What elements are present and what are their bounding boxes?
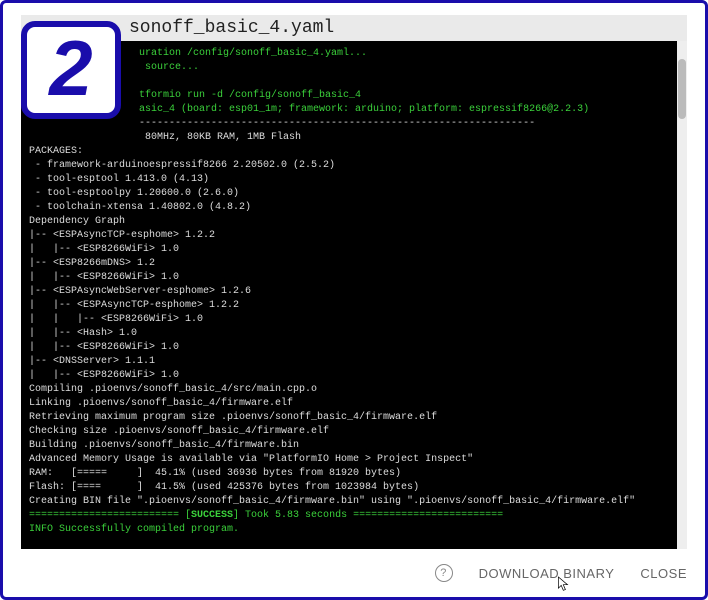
terminal-output: uration /config/sonoff_basic_4.yaml... s… bbox=[21, 41, 677, 549]
terminal-line: Dependency Graph bbox=[29, 215, 669, 229]
terminal-line: Retrieving maximum program size .pioenvs… bbox=[29, 411, 669, 425]
terminal-line: Creating BIN file ".pioenvs/sonoff_basic… bbox=[29, 495, 669, 509]
terminal-line: - tool-esptoolpy 1.20600.0 (2.6.0) bbox=[29, 187, 669, 201]
terminal-line: | |-- <ESP8266WiFi> 1.0 bbox=[29, 271, 669, 285]
terminal-line: tformio run -d /config/sonoff_basic_4 bbox=[29, 89, 669, 103]
terminal-line: | |-- <ESP8266WiFi> 1.0 bbox=[29, 341, 669, 355]
terminal-line: 80MHz, 80KB RAM, 1MB Flash bbox=[29, 131, 669, 145]
terminal-line: Flash: [==== ] 41.5% (used 425376 bytes … bbox=[29, 481, 669, 495]
compile-title: sonoff_basic_4.yaml bbox=[129, 18, 334, 38]
terminal-line: | |-- <ESP8266WiFi> 1.0 bbox=[29, 369, 669, 383]
terminal-line: |-- <ESP8266mDNS> 1.2 bbox=[29, 257, 669, 271]
terminal-scrollbar[interactable] bbox=[677, 41, 687, 549]
close-button[interactable]: CLOSE bbox=[640, 566, 687, 581]
scrollbar-thumb[interactable] bbox=[678, 59, 686, 119]
terminal-line: - framework-arduinoespressif8266 2.20502… bbox=[29, 159, 669, 173]
dialog-footer: ? DOWNLOAD BINARY CLOSE bbox=[21, 557, 687, 589]
terminal-line: RAM: [===== ] 45.1% (used 36936 bytes fr… bbox=[29, 467, 669, 481]
step-number: 2 bbox=[49, 29, 92, 107]
terminal-line: | |-- <Hash> 1.0 bbox=[29, 327, 669, 341]
terminal-line: Building .pioenvs/sonoff_basic_4/firmwar… bbox=[29, 439, 669, 453]
terminal-success-line: ========================= [SUCCESS] Took… bbox=[29, 509, 669, 523]
terminal-line: PACKAGES: bbox=[29, 145, 669, 159]
terminal-line: Compiling .pioenvs/sonoff_basic_4/src/ma… bbox=[29, 383, 669, 397]
terminal-line: - tool-esptool 1.413.0 (4.13) bbox=[29, 173, 669, 187]
download-binary-button[interactable]: DOWNLOAD BINARY bbox=[479, 566, 615, 581]
terminal-line: |-- <DNSServer> 1.1.1 bbox=[29, 355, 669, 369]
terminal-line: Linking .pioenvs/sonoff_basic_4/firmware… bbox=[29, 397, 669, 411]
terminal-line: Advanced Memory Usage is available via "… bbox=[29, 453, 669, 467]
terminal-line: | |-- <ESP8266WiFi> 1.0 bbox=[29, 243, 669, 257]
terminal-line bbox=[29, 75, 669, 89]
terminal-line: ----------------------------------------… bbox=[29, 117, 669, 131]
window-frame: 2 sonoff_basic_4.yaml uration /config/so… bbox=[0, 0, 708, 600]
terminal-line: asic_4 (board: esp01_1m; framework: ardu… bbox=[29, 103, 669, 117]
help-icon[interactable]: ? bbox=[435, 564, 453, 582]
terminal-info-line: INFO Successfully compiled program. bbox=[29, 523, 669, 537]
step-badge: 2 bbox=[21, 21, 121, 119]
terminal-line: uration /config/sonoff_basic_4.yaml... bbox=[29, 47, 669, 61]
terminal-line: |-- <ESPAsyncTCP-esphome> 1.2.2 bbox=[29, 229, 669, 243]
terminal-line: | |-- <ESPAsyncTCP-esphome> 1.2.2 bbox=[29, 299, 669, 313]
terminal-line: source... bbox=[29, 61, 669, 75]
terminal-line: | | |-- <ESP8266WiFi> 1.0 bbox=[29, 313, 669, 327]
terminal-line: Checking size .pioenvs/sonoff_basic_4/fi… bbox=[29, 425, 669, 439]
terminal-container: uration /config/sonoff_basic_4.yaml... s… bbox=[21, 41, 687, 549]
terminal-line: |-- <ESPAsyncWebServer-esphome> 1.2.6 bbox=[29, 285, 669, 299]
terminal-line: - toolchain-xtensa 1.40802.0 (4.8.2) bbox=[29, 201, 669, 215]
